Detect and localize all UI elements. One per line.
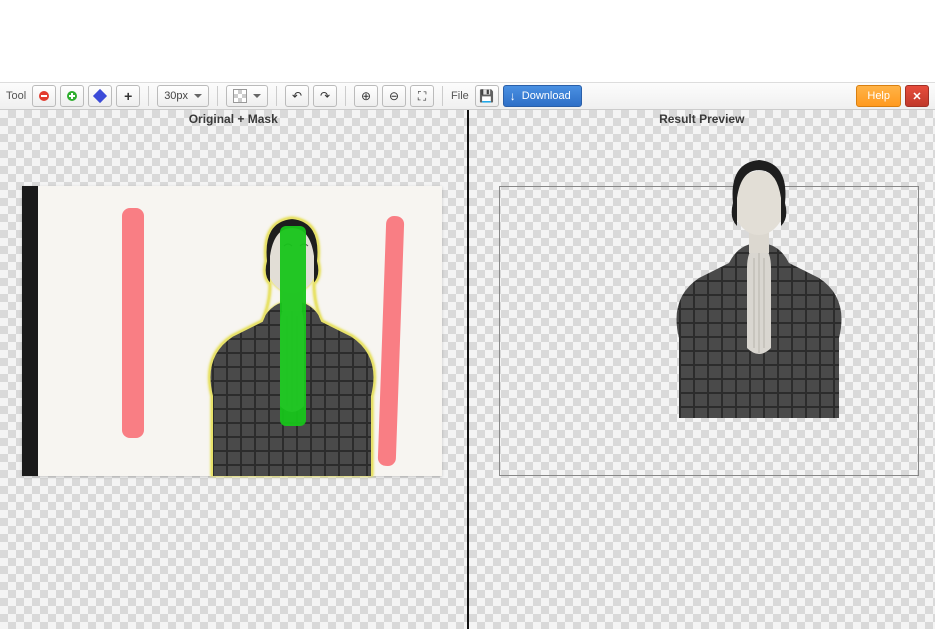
separator [148, 86, 149, 106]
zoom-in-button[interactable]: ⊕ [354, 85, 378, 107]
left-panel-title: Original + Mask [0, 112, 467, 126]
separator [345, 86, 346, 106]
file-label: File [451, 90, 469, 102]
separator [276, 86, 277, 106]
image-edge-strip [22, 186, 38, 476]
background-picker-dropdown[interactable] [226, 85, 268, 107]
fit-screen-icon: ⛶ [418, 89, 426, 104]
separator [442, 86, 443, 106]
download-arrow-icon: ↓ [510, 89, 516, 103]
save-button[interactable]: 💾 [475, 85, 499, 107]
brush-size-dropdown[interactable]: 30px [157, 85, 209, 107]
save-icon: 💾 [479, 89, 494, 103]
undo-icon: ↶ [292, 89, 302, 103]
caret-down-icon [194, 94, 202, 98]
keep-mark-tool-button[interactable] [60, 85, 84, 107]
eraser-tool-button[interactable] [88, 85, 112, 107]
tool-label: Tool [6, 90, 26, 102]
remove-mark-stroke [122, 208, 144, 438]
minus-circle-icon [39, 91, 49, 101]
separator [217, 86, 218, 106]
close-icon: ✕ [912, 90, 921, 103]
zoom-out-button[interactable]: ⊖ [382, 85, 406, 107]
undo-button[interactable]: ↶ [285, 85, 309, 107]
plus-icon: + [124, 88, 132, 104]
help-label: Help [867, 90, 890, 102]
redo-icon: ↷ [320, 89, 330, 103]
right-panel-title: Result Preview [469, 112, 935, 126]
plus-circle-icon [67, 91, 77, 101]
hair-tool-button[interactable]: + [116, 85, 140, 107]
result-preview-panel[interactable]: Result Preview [469, 110, 935, 629]
close-button[interactable]: ✕ [905, 85, 929, 107]
top-whitespace [0, 0, 935, 82]
original-mask-panel[interactable]: Original + Mask [0, 110, 467, 629]
result-subject-person [659, 148, 859, 418]
remove-mark-tool-button[interactable] [32, 85, 56, 107]
workspace: Original + Mask [0, 110, 935, 629]
eraser-icon [93, 89, 107, 103]
keep-mark-stroke [280, 226, 306, 426]
download-button[interactable]: ↓ Download [503, 85, 582, 107]
caret-down-icon [253, 94, 261, 98]
zoom-in-icon: ⊕ [361, 89, 371, 103]
brush-size-value: 30px [164, 90, 188, 102]
fit-screen-button[interactable]: ⛶ [410, 85, 434, 107]
zoom-out-icon: ⊖ [389, 89, 399, 103]
toolbar: Tool + 30px ↶ ↷ ⊕ ⊖ ⛶ File 💾 ↓ [0, 82, 935, 110]
help-button[interactable]: Help [856, 85, 901, 107]
download-label: Download [522, 90, 571, 102]
transparency-checker-icon [233, 89, 247, 103]
original-canvas[interactable] [22, 186, 442, 476]
redo-button[interactable]: ↷ [313, 85, 337, 107]
